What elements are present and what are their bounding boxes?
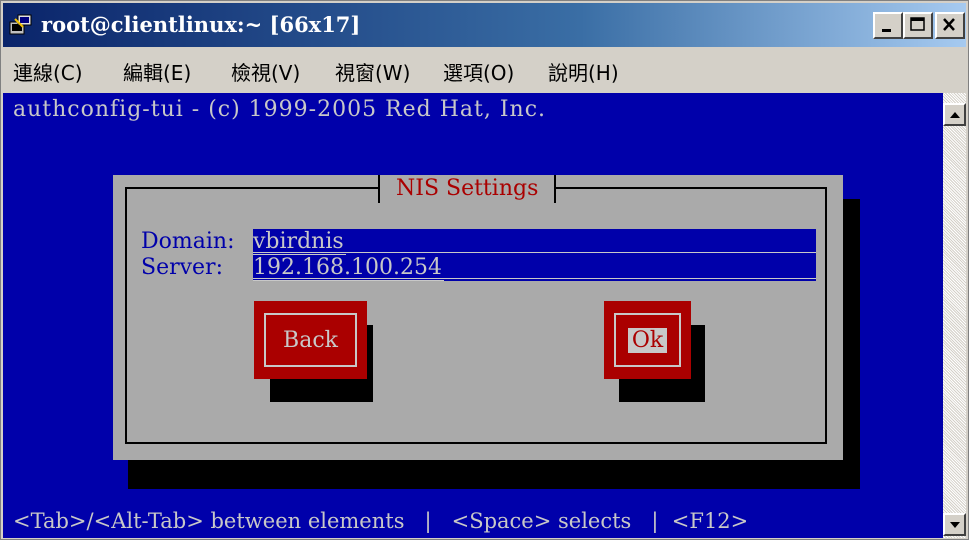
terminal-screen[interactable]: authconfig-tui - (c) 1999-2005 Red Hat, … — [3, 93, 943, 538]
nis-settings-dialog: NIS Settings Domain: vbirdnis Server: 19… — [113, 175, 843, 460]
menu-window[interactable]: 視窗(W) — [335, 59, 410, 87]
status-help-line: <Tab>/<Alt-Tab> between elements | <Spac… — [13, 509, 749, 533]
dialog-title: NIS Settings — [378, 175, 557, 203]
back-button-label: Back — [283, 327, 338, 353]
minimize-button[interactable] — [873, 12, 903, 39]
terminal-window: root@clientlinux:~ [66x17] 連線(C) 編輯(E) 檢… — [0, 0, 969, 540]
back-button[interactable]: Back — [254, 301, 367, 379]
ok-button-label: Ok — [627, 327, 668, 353]
arrow-down-icon — [950, 522, 960, 528]
menu-options[interactable]: 選項(O) — [443, 59, 514, 87]
vertical-scrollbar[interactable] — [943, 93, 966, 538]
domain-input[interactable]: vbirdnis — [253, 229, 816, 255]
window-title: root@clientlinux:~ [66x17] — [41, 12, 361, 37]
menu-view[interactable]: 檢視(V) — [231, 59, 300, 87]
domain-label: Domain: — [141, 229, 235, 254]
close-button[interactable] — [935, 12, 965, 39]
title-bar[interactable]: root@clientlinux:~ [66x17] — [3, 3, 966, 47]
scroll-down-button[interactable] — [943, 513, 966, 536]
menu-connection[interactable]: 連線(C) — [13, 59, 83, 87]
minimize-icon — [882, 29, 891, 32]
putty-terminal-icon[interactable] — [9, 13, 33, 37]
arrow-up-icon — [950, 112, 960, 118]
menu-edit[interactable]: 編輯(E) — [123, 59, 191, 87]
menu-bar: 連線(C) 編輯(E) 檢視(V) 視窗(W) 選項(O) 說明(H) — [3, 53, 966, 93]
maximize-icon — [910, 17, 925, 31]
menu-help[interactable]: 說明(H) — [548, 59, 619, 87]
ok-button[interactable]: Ok — [604, 301, 691, 379]
server-input[interactable]: 192.168.100.254 — [253, 255, 816, 281]
scroll-up-button[interactable] — [943, 103, 966, 126]
server-label: Server: — [141, 255, 223, 280]
terminal-header: authconfig-tui - (c) 1999-2005 Red Hat, … — [13, 97, 547, 122]
close-icon — [943, 18, 955, 31]
maximize-button[interactable] — [903, 12, 933, 39]
dialog-frame — [125, 187, 827, 444]
